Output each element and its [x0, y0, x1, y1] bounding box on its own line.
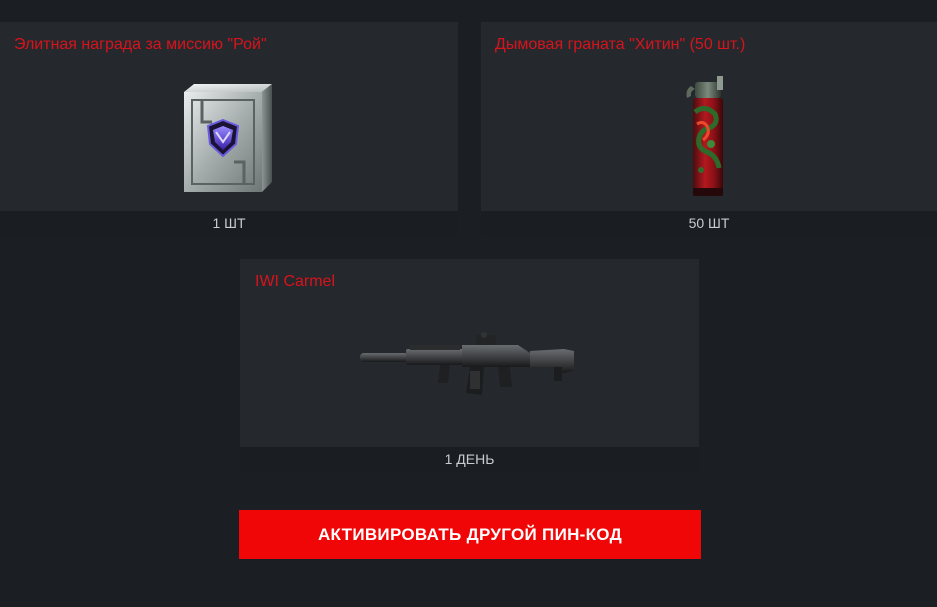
reward-card-elite-box: Элитная награда за миссию "Рой" 1 ШТ [0, 22, 458, 236]
reward-title: Элитная награда за миссию "Рой" [14, 36, 267, 53]
reward-title: Дымовая граната "Хитин" (50 шт.) [495, 36, 746, 53]
reward-title: IWI Carmel [255, 273, 335, 290]
rifle-icon [360, 332, 574, 395]
reward-quantity: 1 ШТ [0, 211, 458, 236]
reward-quantity: 50 ШТ [481, 211, 937, 236]
reward-card-smoke-grenade: Дымовая граната "Хитин" (50 шт.) 50 ШТ [481, 22, 937, 236]
smoke-grenade-icon [686, 76, 723, 196]
reward-quantity: 1 ДЕНЬ [240, 447, 699, 472]
activate-another-pin-button[interactable]: АКТИВИРОВАТЬ ДРУГОЙ ПИН-КОД [239, 510, 701, 559]
elite-reward-box-icon [184, 84, 272, 192]
reward-card-iwi-carmel: IWI Carmel 1 ДЕНЬ [240, 259, 699, 472]
